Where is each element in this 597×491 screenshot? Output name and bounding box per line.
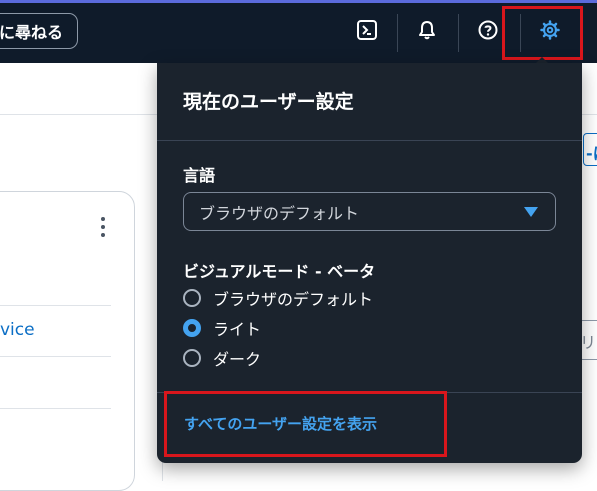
card-divider [0,305,111,306]
help-icon[interactable] [475,17,501,43]
radio-label: ダーク [213,350,262,369]
ask-button[interactable]: に尋ねる [0,13,78,49]
bell-icon[interactable] [414,17,440,43]
radio-button-icon[interactable] [183,349,201,367]
radio-browser-default[interactable]: ブラウザのデフォルト [183,287,373,309]
right-edge-button[interactable]: -に [583,133,597,166]
radio-button-checked-icon[interactable] [183,319,201,337]
top-accent-strip [0,0,597,3]
resource-card [0,191,135,491]
kebab-menu-icon[interactable] [100,217,106,237]
nav-separator [458,14,459,52]
link-highlight-box [164,391,447,457]
terminal-icon[interactable] [354,17,380,43]
card-divider [0,356,111,357]
card-divider [0,408,111,409]
language-label: 言語 [183,166,216,185]
service-link[interactable]: vice [0,320,35,340]
language-select-value: ブラウザのデフォルト [199,203,360,223]
radio-label: ブラウザのデフォルト [213,290,374,309]
settings-highlight-box [502,6,583,60]
panel-divider [157,140,582,141]
ask-button-label: に尋ねる [0,23,63,42]
panel-title: 現在のユーザー設定 [183,91,354,113]
radio-label: ライト [213,320,262,339]
radio-button-icon[interactable] [183,289,201,307]
visual-mode-label: ビジュアルモード - ベータ [183,262,376,281]
radio-light[interactable]: ライト [183,317,261,339]
radio-dark[interactable]: ダーク [183,347,261,369]
language-select[interactable]: ブラウザのデフォルト [183,192,556,231]
caret-down-icon [524,207,538,217]
nav-separator [397,14,398,52]
